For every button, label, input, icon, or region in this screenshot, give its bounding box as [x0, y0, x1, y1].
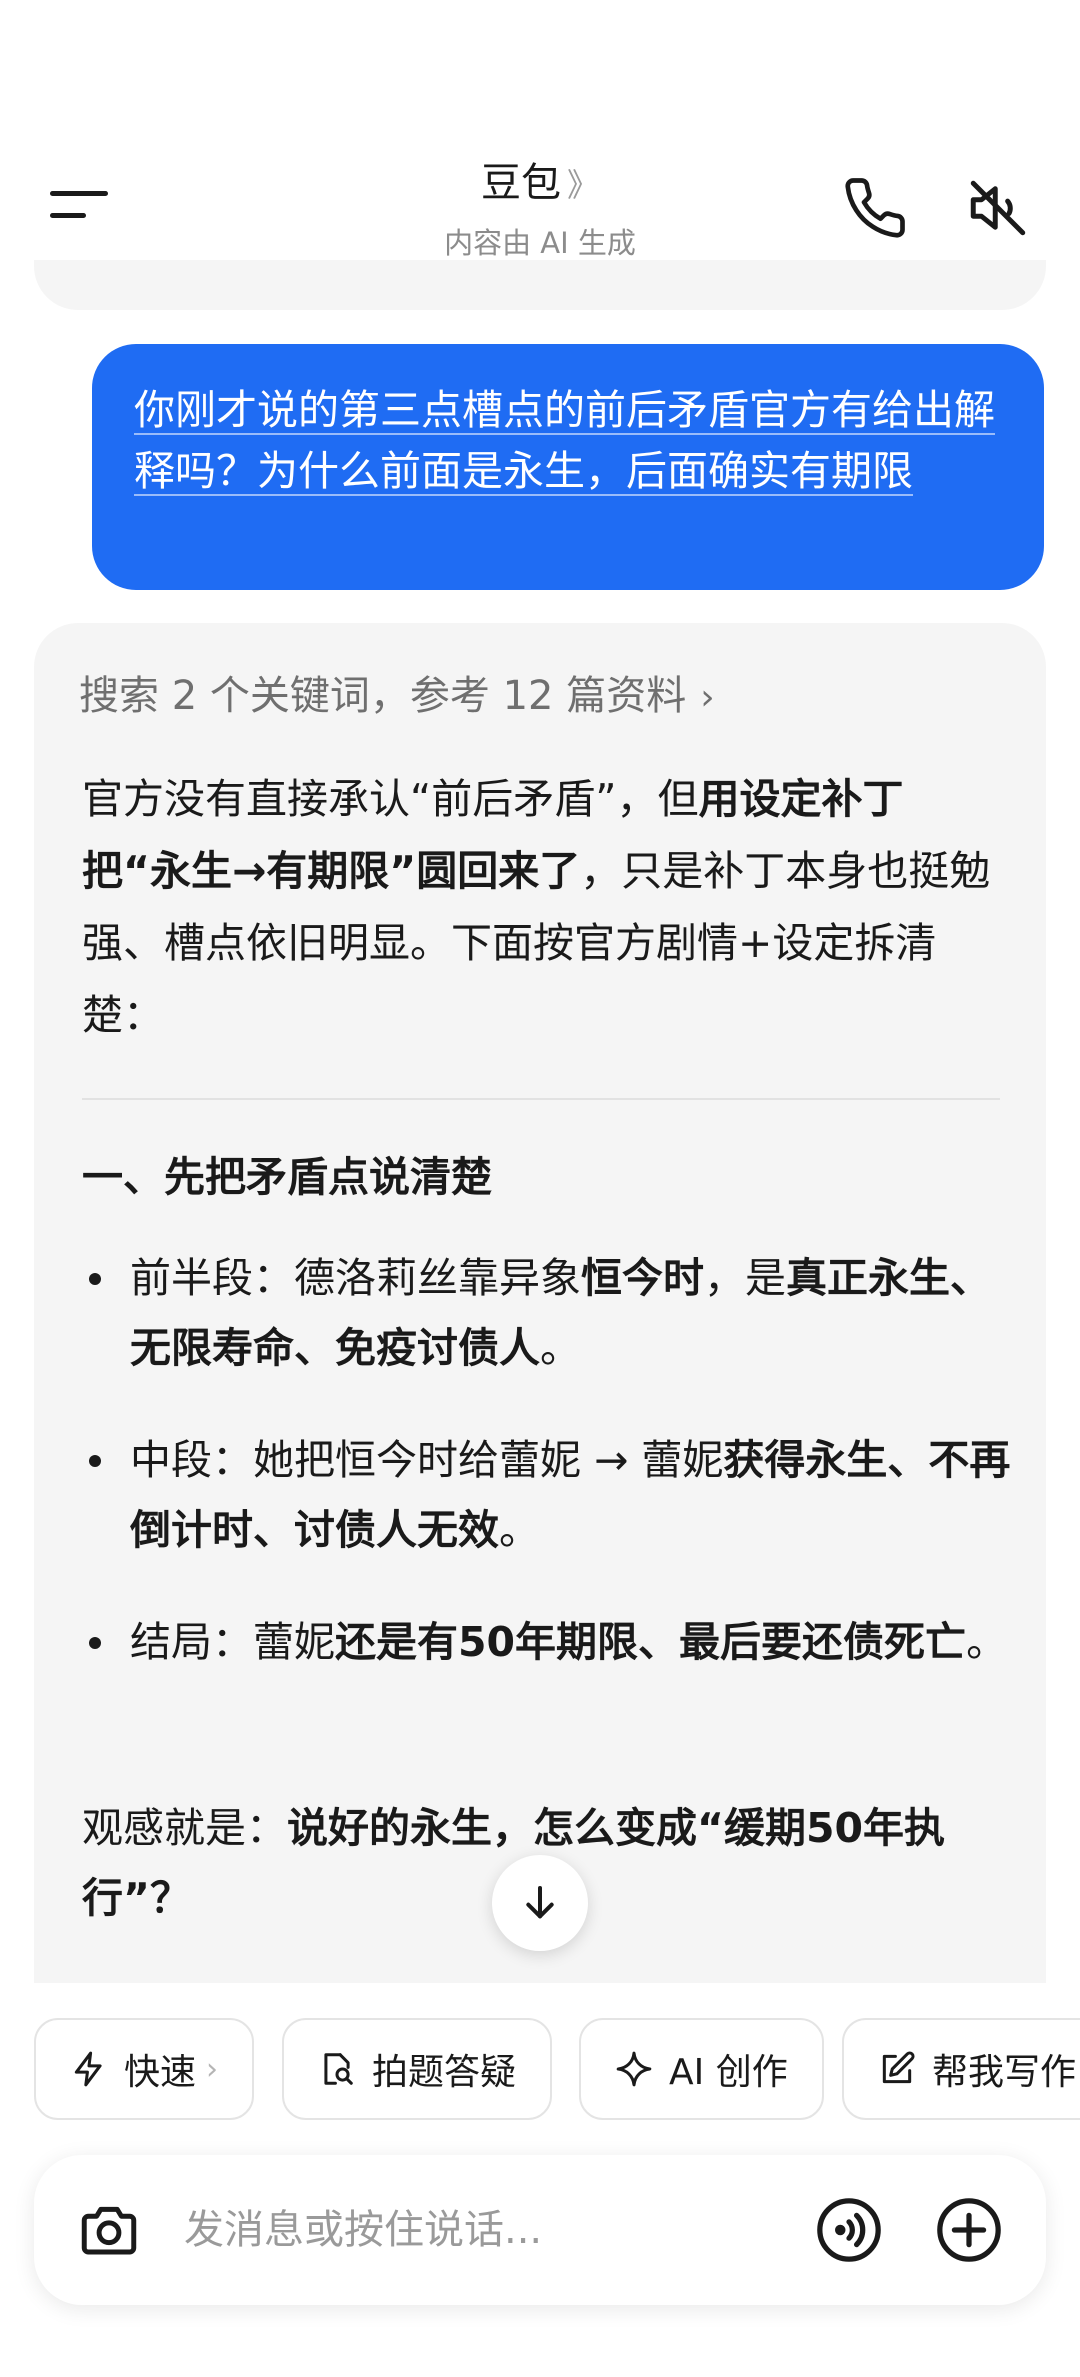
sparkle-icon: [616, 2051, 652, 2087]
title-chevron-icon: 》: [566, 166, 599, 204]
chat-title[interactable]: 豆包: [481, 150, 561, 208]
search-summary-text: 搜索 2 个关键词，参考 12 篇资料: [79, 673, 687, 719]
answer-text: 官方没有直接承认“前后矛盾”，但: [82, 775, 699, 823]
edit-icon: [882, 2051, 915, 2084]
ai-create-chip[interactable]: AI 创作: [579, 2018, 824, 2120]
camera-icon[interactable]: [76, 2197, 142, 2263]
quick-mode-chip[interactable]: 快速 ›: [34, 2018, 255, 2120]
speaker-mute-icon[interactable]: [965, 175, 1031, 241]
bullet-item: 前半段：德洛莉丝靠异象恒今时，是真正永生、无限寿命、免疫讨债人。: [82, 1243, 1012, 1383]
photo-question-chip[interactable]: 拍题答疑: [282, 2018, 553, 2120]
header-title-group[interactable]: 豆包》 内容由 AI 生成: [0, 150, 1080, 262]
message-input[interactable]: [184, 2195, 804, 2265]
user-message-bubble[interactable]: 你刚才说的第三点槽点的前后矛盾官方有给出解释吗？为什么前面是永生，后面确实有期限: [92, 344, 1044, 590]
search-summary[interactable]: 搜索 2 个关键词，参考 12 篇资料 ›: [79, 663, 715, 721]
bullet-item: 结局：蕾妮还是有50年期限、最后要还债死亡。: [82, 1607, 1012, 1677]
chip-label: 快速: [124, 2052, 197, 2093]
chat-header: 豆包》 内容由 AI 生成: [0, 140, 1080, 270]
chevron-right-icon: ›: [206, 2051, 219, 2087]
arrow-down-icon: [526, 1886, 554, 1919]
lightning-icon: [74, 2051, 102, 2087]
quick-actions-bar: 快速 › 拍题答疑 AI 创作 帮我写作: [34, 2018, 1080, 2122]
help-write-chip[interactable]: 帮我写作: [842, 2018, 1080, 2120]
scroll-to-bottom-button[interactable]: [492, 1855, 588, 1951]
user-message-text: 你刚才说的第三点槽点的前后矛盾官方有给出解释吗？为什么前面是永生，后面确实有期限: [134, 386, 995, 495]
ai-answer-card: 搜索 2 个关键词，参考 12 篇资料 › 官方没有直接承认“前后矛盾”，但用设定…: [34, 623, 1046, 1983]
plus-icon[interactable]: [934, 2195, 1004, 2265]
answer-intro: 官方没有直接承认“前后矛盾”，但用设定补丁把“永生→有期限”圆回来了，只是补丁本…: [82, 763, 1012, 1051]
voice-call-icon[interactable]: [814, 2195, 884, 2265]
chip-label: 帮我写作: [932, 2052, 1077, 2093]
chevron-right-icon: ›: [700, 677, 715, 718]
divider: [82, 1098, 1000, 1100]
bullet-list: 前半段：德洛莉丝靠异象恒今时，是真正永生、无限寿命、免疫讨债人。 中段：她把恒今…: [82, 1243, 1012, 1719]
phone-icon[interactable]: [842, 175, 908, 241]
ai-generated-note: 内容由 AI 生成: [444, 226, 636, 260]
previous-message-edge: [34, 260, 1046, 310]
bullet-item: 中段：她把恒今时给蕾妮 → 蕾妮获得永生、不再倒计时、讨债人无效。: [82, 1425, 1012, 1565]
chip-label: AI 创作: [669, 2052, 788, 2093]
section-heading: 一、先把矛盾点说清楚: [82, 1153, 492, 1201]
chip-label: 拍题答疑: [372, 2052, 517, 2093]
photo-question-icon: [324, 2053, 353, 2085]
message-input-bar: [34, 2155, 1046, 2305]
